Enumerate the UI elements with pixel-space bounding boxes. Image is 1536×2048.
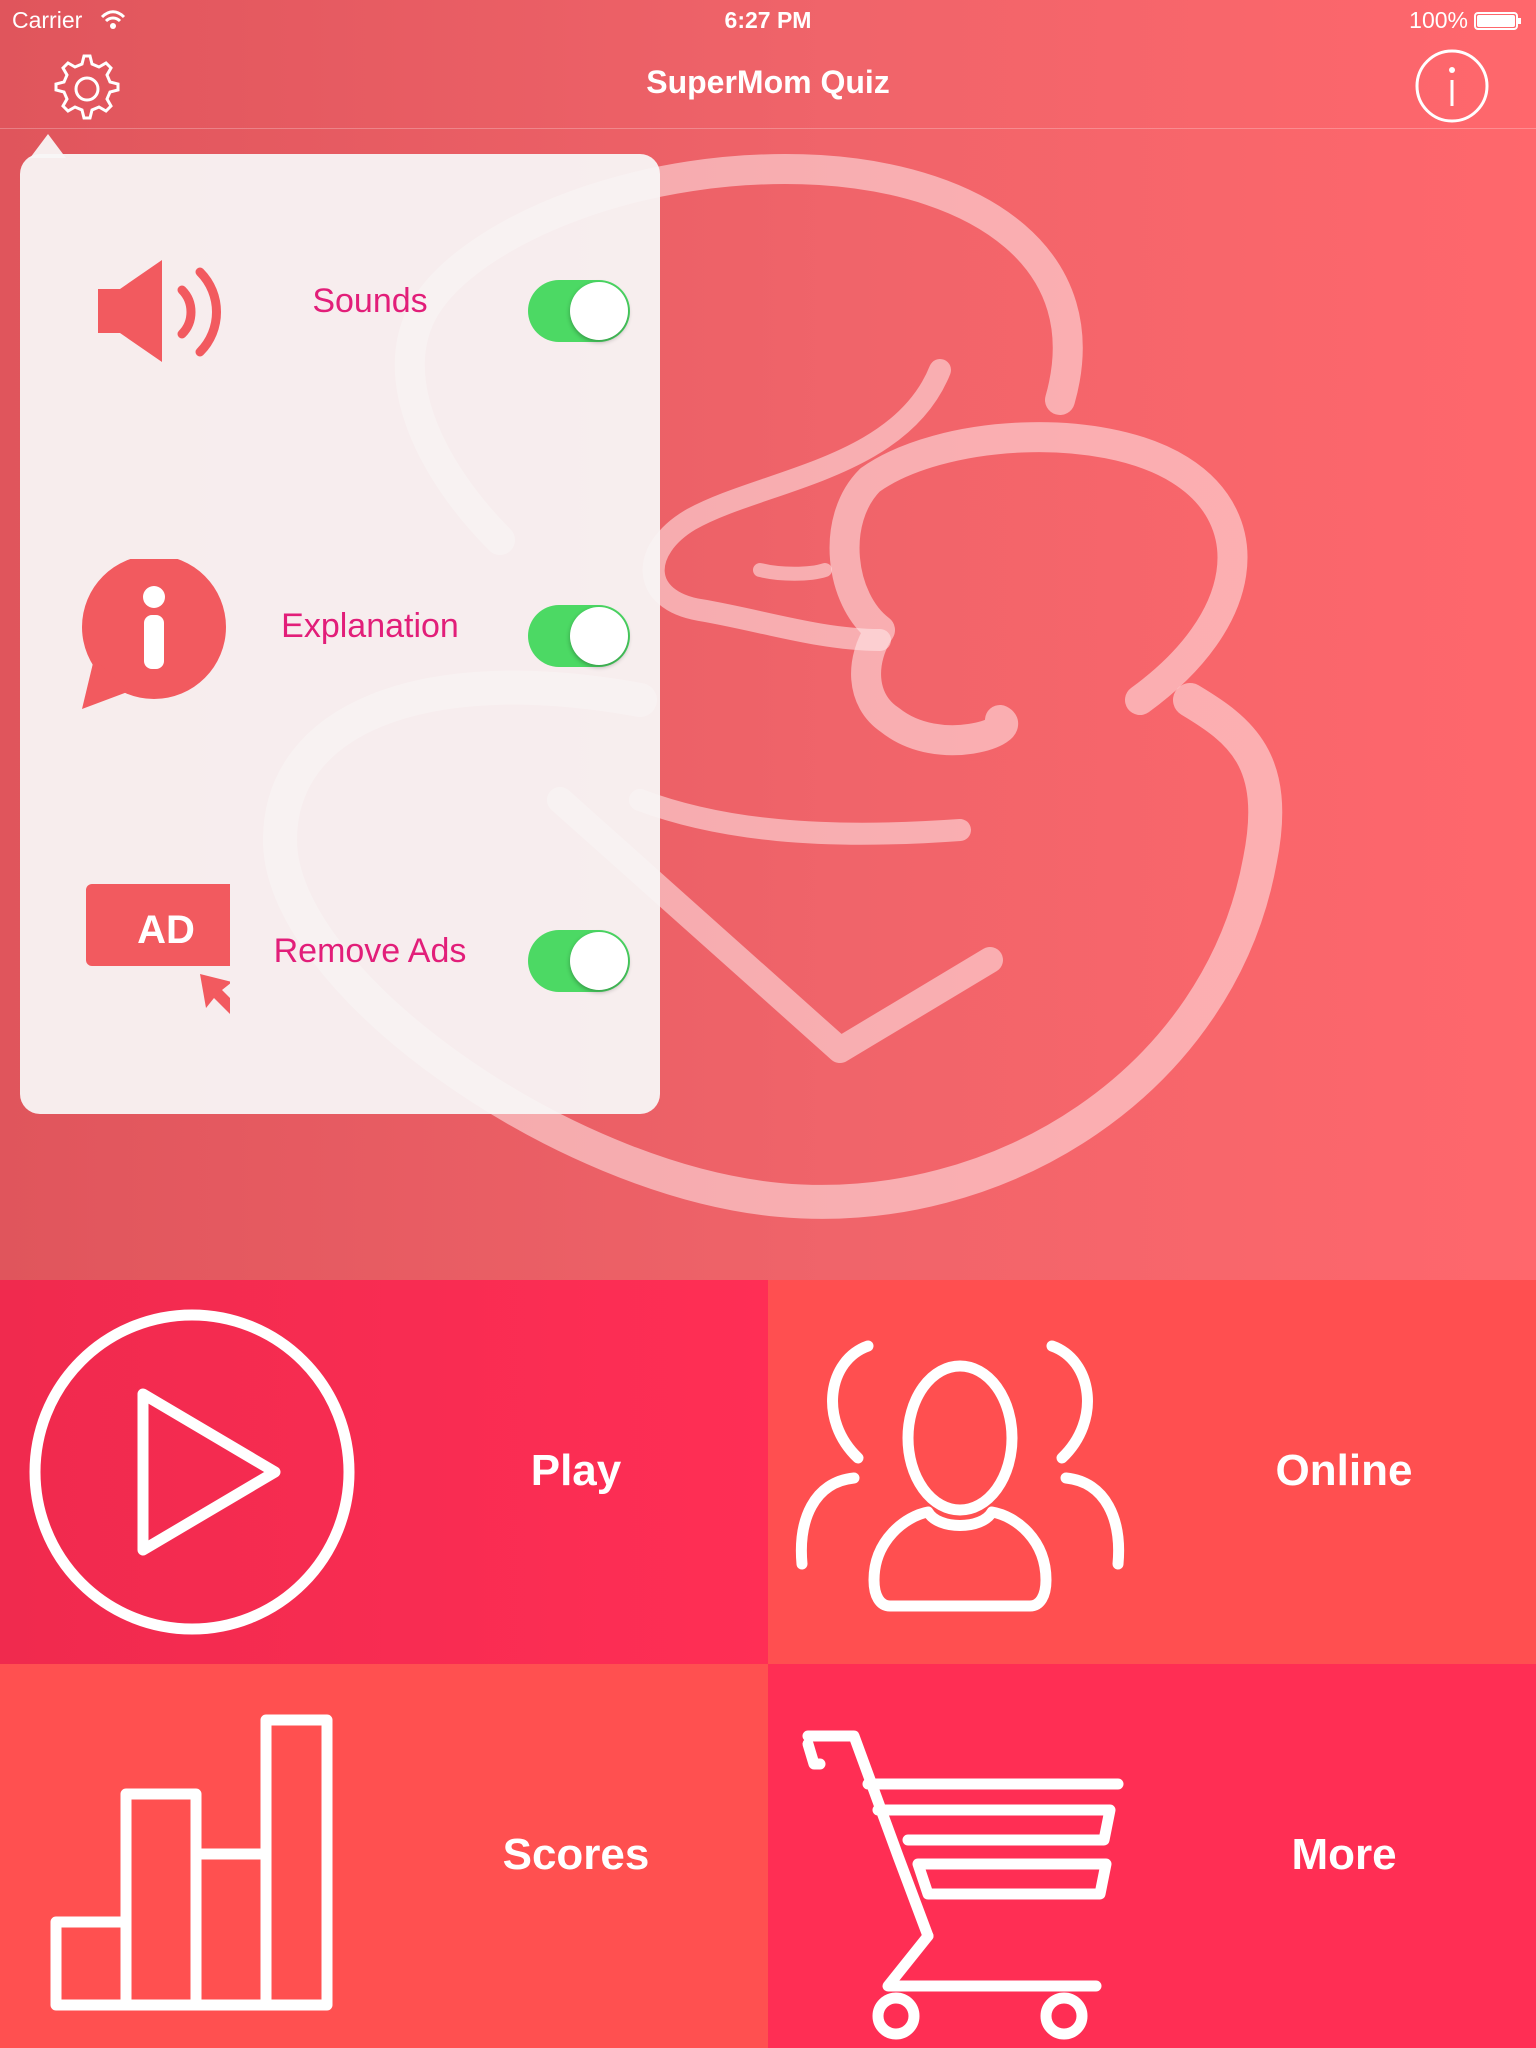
online-label: Online xyxy=(1275,1446,1413,1495)
more-label: More xyxy=(1291,1830,1397,1879)
toggle-knob xyxy=(570,282,628,340)
battery-percent: 100% xyxy=(1409,7,1468,33)
setting-row-explanation: Explanation xyxy=(20,559,660,709)
settings-popover: Sounds Explanation AD Remove Ads xyxy=(20,154,660,1114)
setting-row-remove-ads: AD Remove Ads xyxy=(20,884,660,1014)
scores-button[interactable]: Scores xyxy=(0,1664,768,2048)
cart-icon xyxy=(802,1730,1124,2040)
explanation-toggle[interactable] xyxy=(528,605,630,667)
ad-badge-text: AD xyxy=(137,908,195,952)
bar-chart-icon xyxy=(50,1714,333,2011)
info-icon[interactable] xyxy=(1412,46,1492,126)
sounds-label: Sounds xyxy=(312,282,428,320)
play-label: Play xyxy=(530,1446,622,1495)
status-time: 6:27 PM xyxy=(724,7,812,33)
toggle-knob xyxy=(570,932,628,990)
toggle-knob xyxy=(570,607,628,665)
remove-ads-toggle[interactable] xyxy=(528,930,630,992)
info-bubble-icon xyxy=(82,559,226,709)
setting-row-sounds: Sounds xyxy=(20,244,660,364)
explanation-label: Explanation xyxy=(281,607,459,645)
users-icon xyxy=(795,1340,1125,1612)
sounds-toggle[interactable] xyxy=(528,280,630,342)
online-button[interactable]: Online xyxy=(768,1280,1536,1664)
status-bar: Carrier 6:27 PM 100% xyxy=(0,0,1536,40)
ad-icon xyxy=(86,884,230,1014)
nav-bar: SuperMom Quiz xyxy=(0,40,1536,129)
scores-label: Scores xyxy=(502,1830,650,1879)
play-button[interactable]: Play xyxy=(0,1280,768,1664)
speaker-icon xyxy=(98,260,221,362)
page-title: SuperMom Quiz xyxy=(646,64,890,100)
remove-ads-label: Remove Ads xyxy=(273,932,467,970)
more-button[interactable]: More xyxy=(768,1664,1536,2048)
play-icon xyxy=(29,1309,355,1635)
battery-icon xyxy=(1474,12,1521,30)
